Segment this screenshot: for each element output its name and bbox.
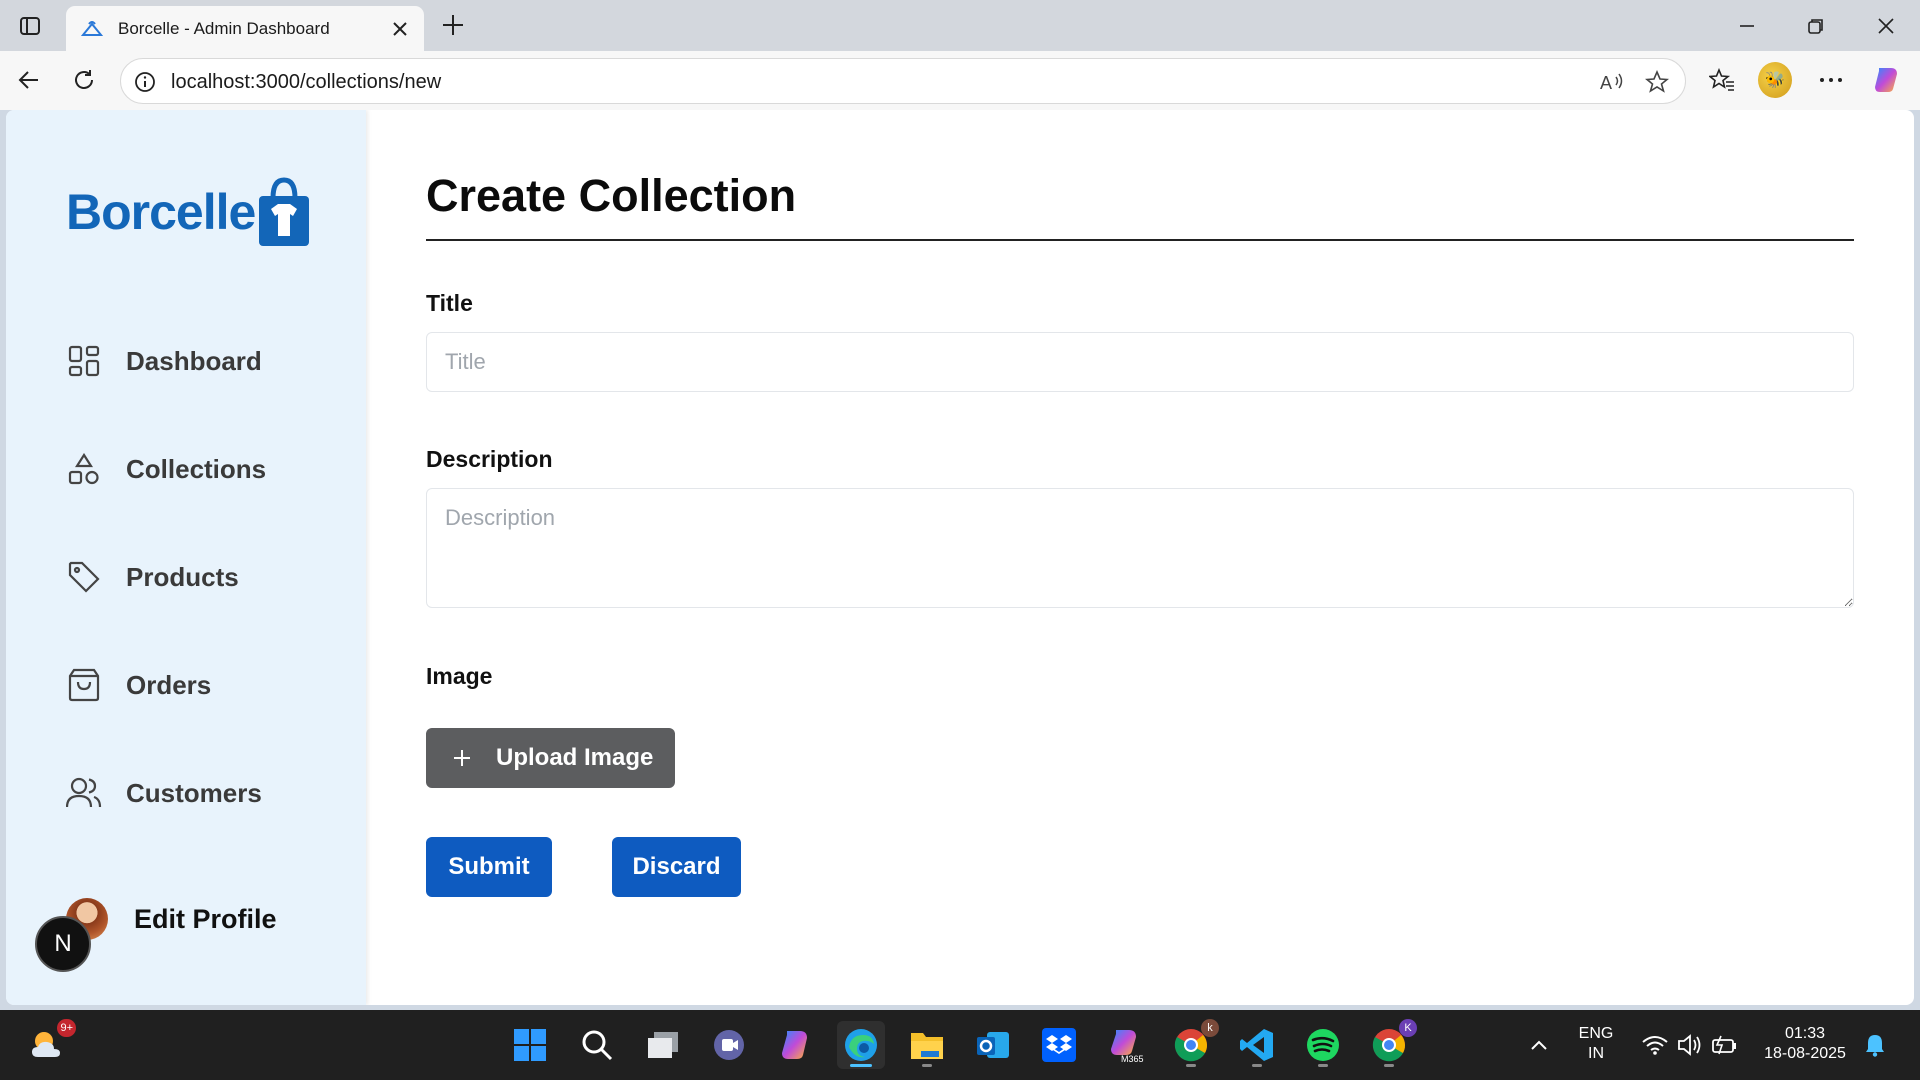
sidebar-item-customers[interactable]: Customers [66,773,262,813]
region-code: IN [1588,1045,1604,1062]
active-indicator [850,1064,872,1067]
main-content: Create Collection Title Description Imag… [426,110,1856,1005]
show-hidden-icons-chevron-icon[interactable] [1515,1021,1563,1069]
sidebar: Borcelle Dashboard Collections Products [6,110,366,1005]
read-aloud-icon[interactable]: A [1599,69,1625,95]
chrome-icon[interactable]: k [1167,1019,1219,1069]
sidebar-item-label: Products [126,561,239,592]
discard-button[interactable]: Discard [612,837,741,897]
sidebar-item-orders[interactable]: Orders [66,665,211,705]
more-options-icon[interactable] [1814,63,1848,97]
sidebar-item-label: Customers [126,777,262,808]
edit-profile-link[interactable]: Edit Profile [66,898,277,940]
title-input[interactable] [426,332,1854,392]
shopping-bag-logo-icon [259,177,310,246]
svg-text:M365: M365 [1121,1054,1144,1063]
new-tab-icon[interactable] [438,10,468,40]
user-initial-badge[interactable]: N [35,916,91,972]
minimize-icon[interactable] [1733,12,1761,40]
dropbox-icon[interactable] [1035,1021,1083,1069]
address-bar[interactable]: localhost:3000/collections/new A [120,58,1686,104]
description-label: Description [426,446,553,472]
url-text: localhost:3000/collections/new [171,71,442,93]
chrome-profile-badge: k [1201,1019,1219,1037]
sidebar-item-products[interactable]: Products [66,557,239,597]
sidebar-item-collections[interactable]: Collections [66,449,266,489]
users-icon [66,775,102,811]
outlook-icon[interactable] [969,1021,1017,1069]
reload-icon[interactable] [67,63,101,97]
close-tab-icon[interactable] [388,17,412,41]
start-icon[interactable] [506,1021,554,1069]
image-label: Image [426,663,493,689]
tab-actions-icon[interactable] [16,12,44,40]
shopping-bag-icon [66,667,102,703]
running-indicator [1252,1064,1262,1067]
weather-badge: 9+ [57,1019,76,1037]
quick-settings[interactable] [1636,1021,1746,1069]
input-language[interactable]: ENG IN [1570,1024,1622,1064]
title-divider [426,239,1854,241]
browser-toolbar: localhost:3000/collections/new A 🐝 [0,51,1920,110]
chrome-profile-badge: K [1399,1019,1417,1037]
sidebar-item-label: Dashboard [126,345,262,376]
browser-tab-active[interactable]: Borcelle - Admin Dashboard [66,6,424,51]
plus-icon [450,742,474,774]
m365-icon[interactable]: M365 [1101,1021,1149,1069]
tag-icon [66,559,102,595]
title-label: Title [426,290,473,316]
browser-tab-bar: Borcelle - Admin Dashboard [0,0,1920,51]
app-page: Borcelle Dashboard Collections Products [6,110,1914,1005]
dashboard-icon [66,343,102,379]
profile-avatar-icon[interactable]: 🐝 [1758,62,1792,98]
running-indicator [1186,1064,1196,1067]
tab-favicon-icon [80,17,104,41]
sidebar-item-dashboard[interactable]: Dashboard [66,341,262,381]
spotify-icon[interactable] [1299,1021,1347,1069]
file-explorer-icon[interactable] [903,1021,951,1069]
clock-date: 18-08-2025 [1764,1045,1846,1062]
site-info-icon[interactable] [133,70,157,94]
sidebar-item-label: Collections [126,453,267,484]
close-window-icon[interactable] [1872,12,1900,40]
upload-image-button[interactable]: Upload Image [426,728,675,788]
restore-icon[interactable] [1802,12,1830,40]
description-textarea[interactable] [426,488,1854,608]
tab-title: Borcelle - Admin Dashboard [118,18,330,38]
shapes-icon [66,451,102,487]
clock[interactable]: 01:33 18-08-2025 [1755,1024,1855,1064]
task-view-icon[interactable] [639,1021,687,1069]
teams-icon[interactable] [705,1021,753,1069]
windows-taskbar: 9+ M365 k K ENG IN 01:33 18-08-2025 [0,1010,1920,1080]
chrome-icon[interactable]: K [1365,1019,1417,1069]
favorites-icon[interactable] [1705,63,1739,97]
language-code: ENG [1578,1025,1614,1042]
edit-profile-label: Edit Profile [134,903,277,934]
weather-icon[interactable]: 9+ [24,1019,76,1069]
clock-time: 01:33 [1784,1025,1826,1042]
submit-button[interactable]: Submit [426,837,552,897]
copilot-icon[interactable] [771,1021,819,1069]
svg-text:A: A [1600,73,1612,93]
running-indicator [1384,1064,1394,1067]
back-icon[interactable] [12,63,46,97]
favorite-star-icon[interactable] [1644,69,1670,95]
vscode-icon[interactable] [1233,1021,1281,1069]
search-icon[interactable] [573,1021,621,1069]
running-indicator [922,1064,932,1067]
upload-image-label: Upload Image [496,744,654,771]
notification-bell-icon[interactable] [1855,1021,1895,1069]
brand-logo[interactable]: Borcelle [66,172,316,252]
logo-text: Borcelle [66,184,256,240]
copilot-icon[interactable] [1869,63,1903,97]
page-title: Create Collection [426,170,797,221]
sidebar-item-label: Orders [126,669,212,700]
running-indicator [1318,1064,1328,1067]
edge-icon[interactable] [837,1021,885,1069]
